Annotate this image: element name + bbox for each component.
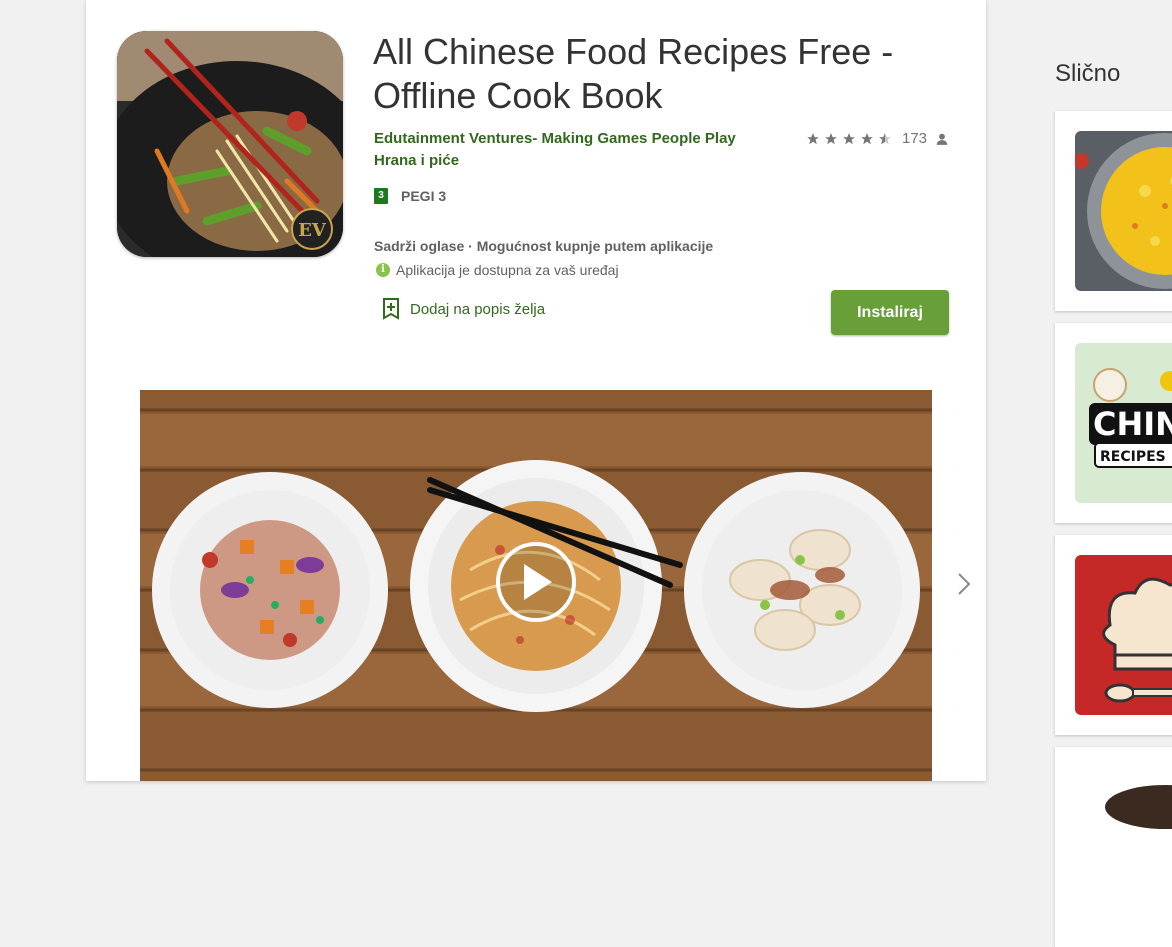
similar-app-card[interactable] [1055, 111, 1172, 311]
developer-link[interactable]: Edutainment Ventures- Making Games Peopl… [374, 130, 736, 147]
similar-app-card[interactable] [1055, 747, 1172, 947]
rice-dish-thumbnail [1075, 131, 1172, 291]
similar-app-card[interactable]: CHINE RECIPES [1055, 323, 1172, 523]
star-icon [861, 132, 873, 144]
video-preview[interactable] [140, 390, 932, 781]
availability-text: Aplikacija je dostupna za vaš uređaj [396, 262, 619, 278]
chef-hat-thumbnail [1075, 555, 1172, 715]
ads-notice: Sadrži oglase · Mogućnost kupnje putem a… [374, 238, 714, 254]
person-icon [936, 133, 948, 145]
similar-logo-text-line1: CHINE [1093, 405, 1172, 443]
install-button[interactable]: Instaliraj [831, 290, 949, 335]
rating-count: 173 [902, 130, 928, 147]
star-icon [825, 132, 837, 144]
chevron-right-icon [958, 573, 971, 595]
similar-heading: Slično [1055, 60, 1121, 87]
bookmark-add-icon [383, 298, 399, 320]
star-icon [843, 132, 855, 144]
similar-app-card[interactable] [1055, 535, 1172, 735]
dish-thumbnail [1075, 767, 1172, 927]
app-icon: EV [117, 31, 343, 257]
similar-logo-text-line2: RECIPES [1100, 449, 1166, 465]
category-link[interactable]: Hrana i piće [374, 152, 459, 169]
rating-stars [806, 132, 896, 146]
availability-notice: i Aplikacija je dostupna za vaš uređaj [376, 262, 619, 278]
info-icon: i [376, 263, 390, 277]
next-screenshot-button[interactable] [952, 570, 976, 598]
app-title: All Chinese Food Recipes Free - Offline … [373, 31, 894, 116]
app-details-card: EV All Chinese Food Recipes Free - Offli… [86, 0, 986, 781]
wishlist-label: Dodaj na popis želja [410, 300, 546, 318]
half-star-icon [879, 132, 891, 144]
chinese-recipes-logo-thumbnail: CHINE RECIPES [1075, 343, 1172, 503]
wishlist-button[interactable]: Dodaj na popis želja [382, 298, 545, 320]
pegi-icon: 3 [374, 188, 388, 204]
icon-badge-text: EV [298, 220, 327, 241]
content-rating: 3 PEGI 3 [374, 188, 446, 204]
rating-summary: 173 [806, 130, 949, 147]
star-icon [807, 132, 819, 144]
content-rating-label: PEGI 3 [401, 188, 447, 204]
